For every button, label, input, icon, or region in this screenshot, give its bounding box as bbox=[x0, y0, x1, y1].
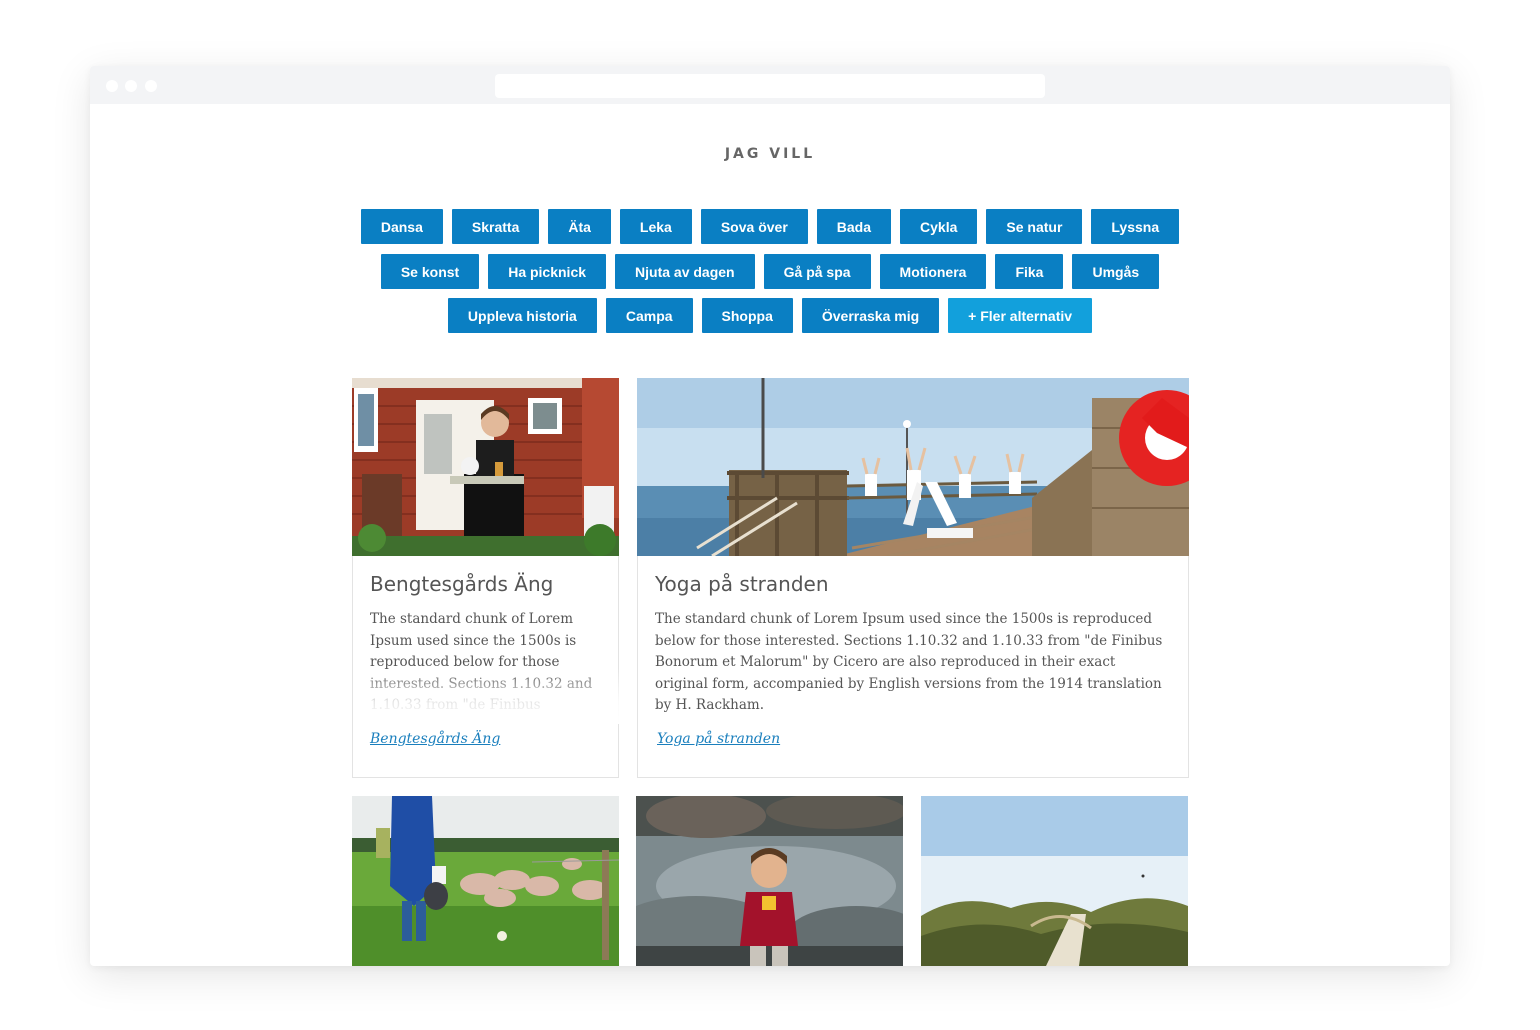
filter-njuta-av-dagen-button[interactable]: Njuta av dagen bbox=[615, 254, 755, 289]
filter-dansa-button[interactable]: Dansa bbox=[360, 209, 443, 244]
place-photo[interactable] bbox=[352, 378, 619, 556]
dunes-photo bbox=[921, 796, 1188, 966]
window-dot-close[interactable] bbox=[106, 80, 118, 92]
filter-row-3: Uppleva historia Campa Shoppa Överraska … bbox=[90, 298, 1450, 333]
filter-bada-button[interactable]: Bada bbox=[816, 209, 892, 244]
address-bar[interactable] bbox=[495, 74, 1045, 98]
filter-ha-picknick-button[interactable]: Ha picknick bbox=[488, 254, 607, 289]
pigs-meadow-photo bbox=[352, 796, 619, 966]
card-link[interactable]: Yoga på stranden bbox=[657, 731, 780, 747]
filter-fika-button[interactable]: Fika bbox=[995, 254, 1064, 289]
window-dot-maximize[interactable] bbox=[145, 80, 157, 92]
filter-ata-button[interactable]: Äta bbox=[548, 209, 611, 244]
filter-lyssna-button[interactable]: Lyssna bbox=[1091, 209, 1180, 244]
section-heading: JAG VILL bbox=[724, 146, 816, 162]
filter-sova-over-button[interactable]: Sova över bbox=[700, 209, 808, 244]
filter-leka-button[interactable]: Leka bbox=[619, 209, 692, 244]
description-fade bbox=[353, 668, 619, 724]
card-title: Yoga på stranden bbox=[655, 572, 829, 596]
place-card: Yoga på stranden The standard chunk of L… bbox=[637, 378, 1189, 778]
filter-se-natur-button[interactable]: Se natur bbox=[986, 209, 1083, 244]
place-photo-tile[interactable] bbox=[352, 796, 619, 966]
card-title: Bengtesgårds Äng bbox=[370, 572, 554, 596]
browser-window: JAG VILL Dansa Skratta Äta Leka Sova öve… bbox=[90, 66, 1450, 966]
filter-shoppa-button[interactable]: Shoppa bbox=[701, 298, 793, 333]
filter-uppleva-historia-button[interactable]: Uppleva historia bbox=[447, 298, 597, 333]
filter-cykla-button[interactable]: Cykla bbox=[900, 209, 978, 244]
filter-row-1: Dansa Skratta Äta Leka Sova över Bada Cy… bbox=[90, 209, 1450, 244]
filter-se-konst-button[interactable]: Se konst bbox=[380, 254, 480, 289]
boy-stream-photo bbox=[636, 796, 903, 966]
place-photo-tile[interactable] bbox=[921, 796, 1188, 966]
filter-motionera-button[interactable]: Motionera bbox=[879, 254, 987, 289]
filter-overraska-mig-button[interactable]: Överraska mig bbox=[801, 298, 940, 333]
place-photo-tile[interactable] bbox=[636, 796, 903, 966]
filter-ga-pa-spa-button[interactable]: Gå på spa bbox=[763, 254, 871, 289]
place-card: Bengtesgårds Äng The standard chunk of L… bbox=[352, 378, 619, 778]
filter-skratta-button[interactable]: Skratta bbox=[451, 209, 540, 244]
more-options-button[interactable]: + Fler alternativ bbox=[948, 298, 1093, 333]
place-photo[interactable] bbox=[637, 378, 1189, 556]
browser-chrome bbox=[90, 66, 1450, 104]
filter-campa-button[interactable]: Campa bbox=[605, 298, 693, 333]
pier-yoga-photo bbox=[637, 378, 1189, 556]
filter-umgas-button[interactable]: Umgås bbox=[1072, 254, 1160, 289]
card-link[interactable]: Bengtesgårds Äng bbox=[370, 731, 500, 747]
cafe-woman-photo bbox=[352, 378, 619, 556]
filter-row-2: Se konst Ha picknick Njuta av dagen Gå p… bbox=[90, 254, 1450, 289]
card-description: The standard chunk of Lorem Ipsum used s… bbox=[655, 611, 1163, 713]
window-dot-minimize[interactable] bbox=[125, 80, 137, 92]
